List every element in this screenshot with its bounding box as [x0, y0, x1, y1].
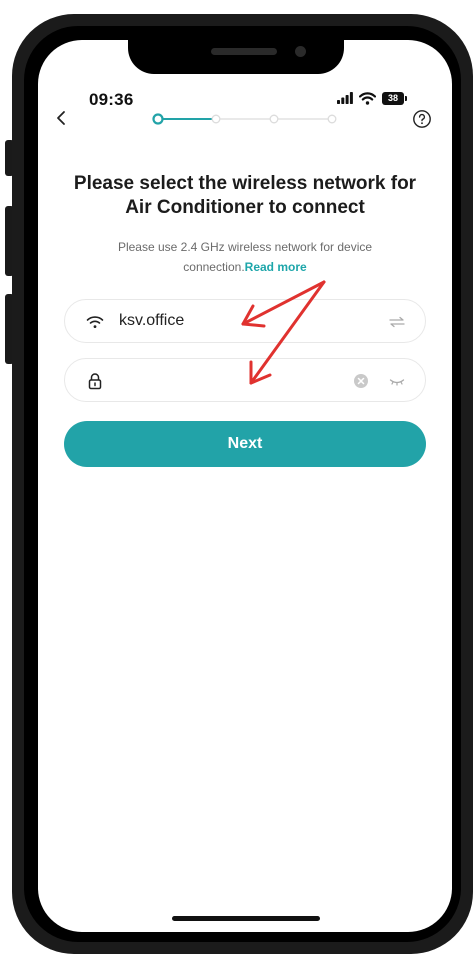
swap-arrows-icon[interactable] [387, 312, 407, 332]
page-subtitle: Please use 2.4 GHz wireless network for … [76, 237, 414, 277]
lock-icon [88, 373, 102, 390]
clear-circle-icon[interactable] [351, 371, 371, 391]
progress-stepper [152, 113, 337, 125]
wifi-network-field[interactable]: ksv.office [64, 299, 426, 343]
wifi-network-name: ksv.office [119, 312, 185, 329]
page-title: Please select the wireless network for A… [73, 173, 417, 218]
chevron-left-icon [57, 111, 65, 125]
back-button[interactable] [52, 108, 72, 128]
cellular-signal-icon [337, 92, 353, 104]
password-field[interactable] [64, 358, 426, 402]
eye-closed-icon[interactable] [387, 371, 407, 391]
step-dot [211, 114, 221, 124]
next-button[interactable]: Next [64, 421, 426, 467]
battery-indicator: 38 [382, 91, 407, 105]
earpiece-speaker [211, 48, 277, 55]
front-camera [295, 46, 306, 57]
step-dot [327, 114, 337, 124]
phone-mockup: 09:36 38 Please select the wireless netw… [0, 0, 473, 954]
read-more-link[interactable]: Read more [245, 260, 307, 274]
status-time: 09:36 [89, 90, 134, 109]
question-circle-icon [413, 110, 431, 128]
wifi-status-icon [359, 91, 376, 105]
home-indicator [172, 916, 320, 921]
step-dot [269, 114, 279, 124]
wifi-icon [86, 316, 104, 328]
help-button[interactable] [412, 109, 432, 129]
password-input[interactable] [119, 367, 343, 395]
status-icons: 38 [337, 88, 407, 108]
step-dot-current [152, 113, 164, 125]
